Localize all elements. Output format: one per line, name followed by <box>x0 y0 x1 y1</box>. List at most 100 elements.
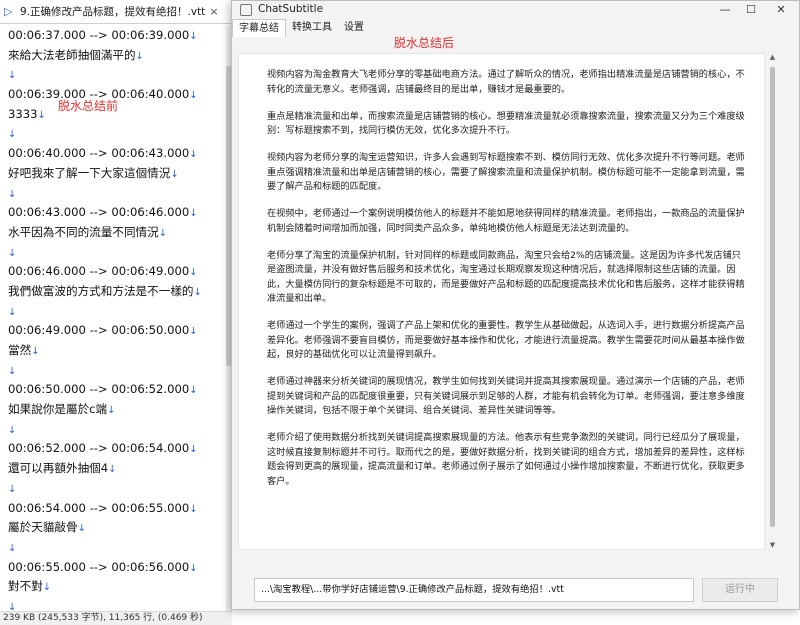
editor-line: 00:06:50.000 --> 00:06:52.000↓ <box>0 380 228 400</box>
summary-paragraph: 老师分享了淘宝的流量保护机制，针对同样的标题或同款商品，淘宝只会给2%的店铺流量… <box>267 249 745 305</box>
tab-bar: 字幕总结 转换工具 设置 <box>232 19 799 37</box>
editor-line-text: 當然 <box>8 343 32 357</box>
tab-convert-tool[interactable]: 转换工具 <box>286 19 338 37</box>
editor-line: ↓ <box>0 479 228 499</box>
line-break-icon: ↓ <box>189 31 198 42</box>
editor-line-text: 00:06:40.000 --> 00:06:43.000 <box>8 146 190 161</box>
editor-line: ↓ <box>0 597 228 611</box>
summary-paragraph: 老师通过神器来分析关键词的展现情况，教学生如何找到关键词并提高其搜索展现量。通过… <box>267 376 745 416</box>
summary-scroll-thumb[interactable] <box>770 67 775 527</box>
editor-line-text: 00:06:49.000 --> 00:06:50.000 <box>8 323 190 338</box>
editor-line: ↓ <box>0 302 228 322</box>
close-icon[interactable]: × <box>209 5 218 18</box>
line-break-icon: ↓ <box>37 109 46 121</box>
file-path-field[interactable]: ...\淘宝教程\...带你学好店铺运营\9.正确修改产品标题，提效有绝招！.v… <box>254 578 694 602</box>
run-button[interactable]: 运行中 <box>702 578 778 602</box>
play-icon[interactable]: ▷ <box>4 5 18 18</box>
window-title: ChatSubtitle <box>258 3 324 15</box>
line-break-icon: ↓ <box>8 70 17 82</box>
line-break-icon: ↓ <box>8 542 17 554</box>
editor-line: 當然↓ <box>0 341 228 361</box>
maximize-button[interactable]: ☐ <box>738 1 764 19</box>
line-break-icon: ↓ <box>107 405 116 417</box>
close-button[interactable]: ✕ <box>768 1 794 19</box>
editor-line-text: 還可以再額外抽個4 <box>8 461 109 476</box>
editor-line: 如果說你是屬於c端↓ <box>0 400 228 420</box>
line-break-icon: ↓ <box>189 208 198 220</box>
summary-paragraph: 老师介绍了使用数据分析找到关键词提高搜索展现量的方法。他表示有些竞争激烈的关键词… <box>267 432 745 487</box>
line-break-icon: ↓ <box>31 346 40 357</box>
editor-line: ↓ <box>0 243 228 263</box>
summary-paragraph: 在视频中，老师通过一个案例说明模仿他人的标题并不能如愿地获得同样的精准流量。老师… <box>267 208 745 234</box>
editor-line: 好吧我來了解一下大家這個情況↓ <box>0 164 228 184</box>
status-bar: 239 KB (245,533 字节), 11,365 行, (0.469 秒) <box>0 611 232 625</box>
editor-line-text: 00:06:43.000 --> 00:06:46.000 <box>8 205 190 220</box>
annotation-before: 脱水总结前 <box>58 99 119 113</box>
line-break-icon: ↓ <box>8 365 17 377</box>
editor-line-text: 好吧我來了解一下大家這個情況 <box>8 165 171 180</box>
editor-line-text: 00:06:46.000 --> 00:06:49.000 <box>8 264 190 279</box>
summary-scrollbar[interactable]: ▲ ▼ <box>768 53 777 550</box>
editor-line: ↓ <box>0 538 228 558</box>
line-break-icon: ↓ <box>193 286 202 298</box>
editor-line: 00:06:40.000 --> 00:06:43.000↓ <box>0 144 228 164</box>
line-break-icon: ↓ <box>189 90 198 102</box>
line-break-icon: ↓ <box>189 385 198 397</box>
line-break-icon: ↓ <box>8 306 17 318</box>
line-break-icon: ↓ <box>8 247 17 259</box>
editor-line: 00:06:54.000 --> 00:06:55.000↓ <box>0 499 228 519</box>
editor-line-text: 3333 <box>8 106 38 121</box>
summary-paragraph: 视频内容为老师分享的淘宝运营知识，许多人会遇到写标题搜索不到、模仿同行无效、优化… <box>267 152 745 192</box>
editor-line-text: 00:06:50.000 --> 00:06:52.000 <box>8 382 190 397</box>
editor-line: 00:06:55.000 --> 00:06:56.000↓ <box>0 558 228 578</box>
line-break-icon: ↓ <box>8 601 17 611</box>
line-break-icon: ↓ <box>189 267 198 279</box>
editor-line-text: 00:06:55.000 --> 00:06:56.000 <box>8 559 190 574</box>
editor-line-text: 00:06:54.000 --> 00:06:55.000 <box>8 500 190 515</box>
tab-subtitle-summary[interactable]: 字幕总结 <box>232 19 286 37</box>
line-break-icon: ↓ <box>170 168 179 180</box>
line-break-icon: ↓ <box>189 503 198 515</box>
line-break-icon: ↓ <box>8 424 17 436</box>
line-break-icon: ↓ <box>158 227 168 239</box>
editor-line: ↓ <box>0 124 228 144</box>
editor-line: 00:06:46.000 --> 00:06:49.000↓ <box>0 262 228 282</box>
line-break-icon: ↓ <box>108 464 117 476</box>
editor-tab[interactable]: ▷ 9.正确修改产品标题，提效有绝招！.vtt × <box>0 0 232 24</box>
title-bar[interactable]: ChatSubtitle — ☐ ✕ <box>232 1 799 19</box>
editor-line: ↓ <box>0 361 228 381</box>
editor-line-text: 來給大法老師抽個滿平的 <box>8 47 136 62</box>
editor-tab-title: 9.正确修改产品标题，提效有绝招！.vtt <box>20 6 206 18</box>
chatsubtitle-window: ChatSubtitle — ☐ ✕ 字幕总结 转换工具 设置 脱水总结后 视频… <box>231 0 800 610</box>
tab-settings[interactable]: 设置 <box>338 19 370 37</box>
summary-paragraph: 老师通过一个学生的案例，强调了产品上架和优化的重要性。教学生从基础做起，从选词入… <box>267 320 745 360</box>
editor-line: ↓ <box>0 184 228 204</box>
editor-line: 00:06:49.000 --> 00:06:50.000↓ <box>0 321 228 341</box>
summary-output[interactable]: 视频内容为淘金教育大飞老师分享的零基础电商方法。通过了解听众的情况，老师指出精准… <box>238 53 765 550</box>
line-break-icon: ↓ <box>189 149 198 161</box>
line-break-icon: ↓ <box>8 483 17 495</box>
editor-line: ↓ <box>0 420 228 440</box>
editor-line: 屬於天貓敲骨↓ <box>0 518 228 538</box>
editor-line-text: 水平因為不同的流量不同情況 <box>8 224 159 239</box>
line-break-icon: ↓ <box>189 444 198 456</box>
editor-line: 00:06:37.000 --> 00:06:39.000↓ <box>0 26 228 46</box>
line-break-icon: ↓ <box>189 326 198 338</box>
scroll-down-icon[interactable]: ▼ <box>768 541 777 550</box>
minimize-button[interactable]: — <box>712 1 738 19</box>
editor-line: 00:06:52.000 --> 00:06:54.000↓ <box>0 439 228 459</box>
editor-line: 來給大法老師抽個滿平的↓ <box>0 46 228 66</box>
editor-line-text: 屬於天貓敲骨 <box>8 520 78 535</box>
editor-line: 對不對↓ <box>0 577 228 597</box>
app-icon <box>240 4 252 16</box>
subtitle-editor: ▷ 9.正确修改产品标题，提效有绝招！.vtt × 00:06:37.000 -… <box>0 0 232 625</box>
line-break-icon: ↓ <box>77 523 86 535</box>
line-break-icon: ↓ <box>8 129 17 141</box>
editor-line-text: 如果說你是屬於c端 <box>8 402 108 417</box>
editor-line-text: 對不對 <box>8 579 43 594</box>
editor-line: ↓ <box>0 65 228 85</box>
annotation-after: 脱水总结后 <box>394 36 455 50</box>
summary-paragraph: 视频内容为淘金教育大飞老师分享的零基础电商方法。通过了解听众的情况，老师指出精准… <box>267 69 745 95</box>
line-break-icon: ↓ <box>189 562 198 574</box>
scroll-up-icon[interactable]: ▲ <box>768 53 777 62</box>
